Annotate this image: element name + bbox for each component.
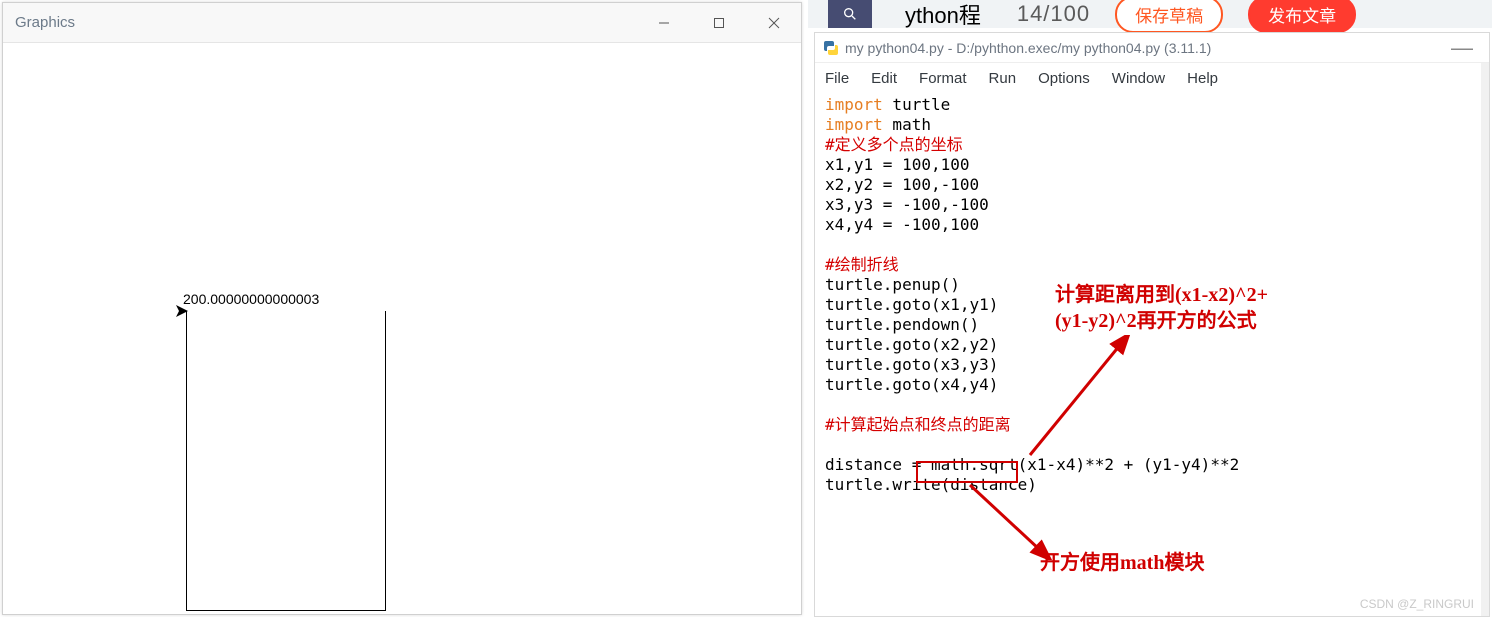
- python-icon: [823, 40, 839, 56]
- scrollbar[interactable]: [1481, 63, 1489, 616]
- code-line: turtle.goto(x3,y3): [825, 355, 998, 374]
- code-comment: #绘制折线: [825, 255, 899, 274]
- code-line: turtle.goto(x1,y1): [825, 295, 998, 314]
- watermark: CSDN @Z_RINGRUI: [1360, 597, 1474, 611]
- idle-minimize-icon[interactable]: —: [1443, 35, 1481, 61]
- highlight-box: [916, 461, 1018, 483]
- code-comment: #计算起始点和终点的距离: [825, 415, 1011, 434]
- code-line: x3,y3 = -100,-100: [825, 195, 989, 214]
- turtle-canvas: 200.00000000000003: [3, 43, 801, 614]
- code-line: turtle.pendown(): [825, 315, 979, 334]
- graphics-window: Graphics 200.00000000000003: [2, 2, 802, 615]
- code-line: turtle.goto(x2,y2): [825, 335, 998, 354]
- code-line: distance = math.sqrt(x1-x4)**2 + (y1-y4)…: [825, 455, 1239, 474]
- code-line: x1,y1 = 100,100: [825, 155, 970, 174]
- turtle-output-text: 200.00000000000003: [183, 291, 319, 307]
- menu-options[interactable]: Options: [1038, 70, 1090, 87]
- save-draft-button[interactable]: 保存草稿: [1115, 0, 1223, 33]
- graphics-titlebar[interactable]: Graphics: [3, 3, 801, 43]
- minimize-button[interactable]: [636, 3, 691, 42]
- close-button[interactable]: [746, 3, 801, 42]
- menu-run[interactable]: Run: [989, 70, 1017, 87]
- code-text: turtle: [883, 95, 950, 114]
- turtle-path: [186, 311, 386, 611]
- annotation-line1: 计算距离用到(x1-x2)^2+: [1055, 284, 1268, 306]
- page-counter: 14/100: [1017, 1, 1090, 27]
- code-text: math: [883, 115, 931, 134]
- code-line: turtle.goto(x4,y4): [825, 375, 998, 394]
- annotation-math: 开方使用math模块: [1040, 550, 1204, 576]
- menu-format[interactable]: Format: [919, 70, 967, 87]
- code-line: x2,y2 = 100,-100: [825, 175, 979, 194]
- window-controls: [636, 3, 801, 42]
- menu-help[interactable]: Help: [1187, 70, 1218, 87]
- menu-edit[interactable]: Edit: [871, 70, 897, 87]
- publish-button[interactable]: 发布文章: [1248, 0, 1356, 33]
- code-line: turtle.penup(): [825, 275, 960, 294]
- annotation-line2: (y1-y2)^2再开方的公式: [1055, 310, 1257, 332]
- graphics-title: Graphics: [3, 14, 636, 31]
- idle-title: my python04.py - D:/pyhthon.exec/my pyth…: [845, 40, 1443, 56]
- idle-titlebar[interactable]: my python04.py - D:/pyhthon.exec/my pyth…: [815, 33, 1489, 63]
- annotation-formula: 计算距离用到(x1-x2)^2+ (y1-y2)^2再开方的公式: [1055, 282, 1268, 334]
- code-keyword: import: [825, 115, 883, 134]
- page-heading-partial: ython程: [905, 0, 981, 30]
- code-comment: #定义多个点的坐标: [825, 135, 963, 154]
- idle-menubar: File Edit Format Run Options Window Help: [815, 63, 1489, 93]
- code-line: x4,y4 = -100,100: [825, 215, 979, 234]
- code-keyword: import: [825, 95, 883, 114]
- search-icon[interactable]: [828, 0, 872, 28]
- browser-top-bar: ython程 14/100 保存草稿 发布文章: [808, 0, 1492, 28]
- menu-file[interactable]: File: [825, 70, 849, 87]
- code-editor[interactable]: import turtle import math #定义多个点的坐标 x1,y…: [815, 93, 1489, 616]
- maximize-button[interactable]: [691, 3, 746, 42]
- menu-window[interactable]: Window: [1112, 70, 1165, 87]
